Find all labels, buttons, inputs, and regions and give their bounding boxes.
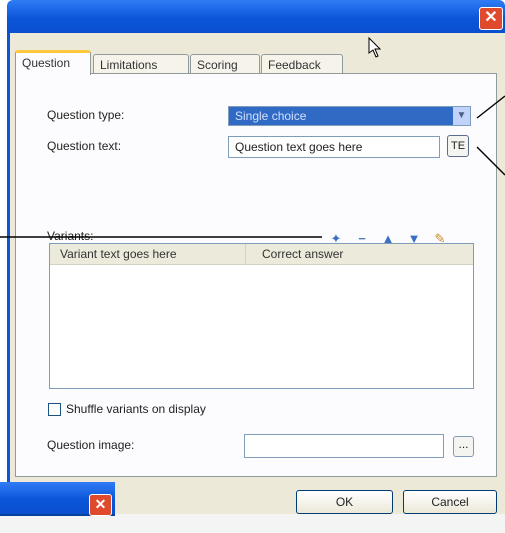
callout-lines	[0, 36, 505, 238]
callout-line-question-type	[476, 95, 505, 119]
mouse-cursor-icon	[368, 36, 382, 58]
callout-line-te	[476, 146, 505, 176]
tab-question[interactable]: Question	[15, 50, 91, 75]
